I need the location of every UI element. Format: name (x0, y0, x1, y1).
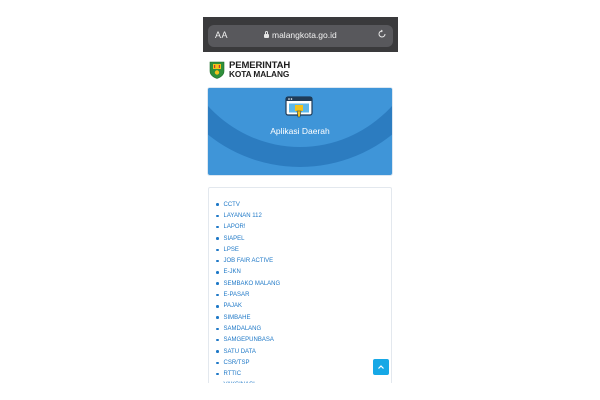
bullet-icon (216, 361, 219, 365)
app-link[interactable]: JOB FAIR ACTIVE (224, 258, 274, 264)
bullet-icon (216, 305, 219, 308)
app-link[interactable]: LAPOR! (224, 224, 246, 230)
app-link[interactable]: LAYANAN 112 (224, 213, 262, 219)
application-window-icon (285, 96, 313, 118)
bullet-icon (216, 282, 219, 285)
logo-line-2: KOTA MALANG (229, 69, 290, 79)
list-item: E-JKN (216, 267, 280, 278)
bullet-icon (216, 338, 219, 342)
bullet-icon (216, 203, 219, 206)
browser-toolbar: AA malangkota.go.id (203, 17, 398, 52)
bullet-icon (216, 372, 219, 376)
list-item: LAPOR! (216, 222, 280, 233)
phone-screen: AA malangkota.go.id PEMERINTAH KOTA MALA… (203, 17, 398, 383)
card-title: Aplikasi Daerah (270, 126, 330, 136)
list-item: SIMBAHE (216, 312, 280, 323)
list-item: PAJAK (216, 301, 280, 312)
aplikasi-daerah-card[interactable]: Aplikasi Daerah (208, 88, 392, 175)
reload-icon[interactable] (377, 29, 387, 39)
bullet-icon (216, 327, 219, 331)
list-item: SEMBAKO MALANG (216, 278, 280, 289)
bullet-icon (216, 271, 219, 274)
list-item: SAMDALANG (216, 323, 280, 334)
bullet-icon (216, 316, 219, 319)
app-link[interactable]: LPSE (224, 247, 239, 253)
app-link[interactable]: SAMDALANG (224, 326, 262, 332)
app-link[interactable]: PAJAK (224, 303, 243, 309)
text-size-button[interactable]: AA (215, 30, 228, 40)
lock-icon (264, 31, 269, 39)
list-item: LPSE (216, 244, 280, 255)
bullet-icon (216, 293, 219, 297)
site-logo-text[interactable]: PEMERINTAH KOTA MALANG (229, 61, 290, 79)
bullet-icon (216, 350, 219, 353)
app-link[interactable]: VAKSINASI (224, 382, 255, 383)
url-text: malangkota.go.id (272, 30, 337, 40)
list-item: E-PASAR (216, 289, 280, 300)
address-bar[interactable]: AA malangkota.go.id (208, 25, 393, 47)
bullet-icon (216, 225, 219, 229)
text-size-label: AA (215, 30, 229, 40)
app-link[interactable]: CCTV (224, 202, 240, 208)
app-link[interactable]: SIAPEL (224, 236, 245, 242)
app-link[interactable]: E-JKN (224, 269, 241, 275)
list-item: SATU DATA (216, 346, 280, 357)
links-panel: CCTV LAYANAN 112 LAPOR! SIAPEL LPSE JOB FAIR … (208, 187, 392, 383)
app-link[interactable]: SATU DATA (224, 349, 256, 355)
url-display[interactable]: malangkota.go.id (264, 30, 337, 40)
scroll-to-top-button[interactable] (373, 359, 389, 375)
app-link[interactable]: RTTIC (224, 371, 242, 377)
list-item: JOB FAIR ACTIVE (216, 255, 280, 266)
app-link[interactable]: SIMBAHE (224, 315, 251, 321)
list-item: VAKSINASI (216, 380, 280, 383)
list-item: SIAPEL (216, 233, 280, 244)
bullet-icon (216, 237, 219, 240)
site-header: PEMERINTAH KOTA MALANG (209, 59, 290, 81)
kota-malang-emblem-icon[interactable] (209, 61, 225, 79)
app-links-list: CCTV LAYANAN 112 LAPOR! SIAPEL LPSE JOB FAIR … (216, 199, 280, 383)
chevron-up-icon (378, 365, 384, 369)
list-item: RTTIC (216, 368, 280, 379)
app-link[interactable]: SAMGEPUNBASA (224, 337, 274, 343)
list-item: SAMGEPUNBASA (216, 335, 280, 346)
list-item: CSR/TSP (216, 357, 280, 368)
app-link[interactable]: CSR/TSP (224, 360, 250, 366)
list-item: LAYANAN 112 (216, 210, 280, 221)
bullet-icon (216, 214, 219, 218)
app-link[interactable]: SEMBAKO MALANG (224, 281, 281, 287)
app-link[interactable]: E-PASAR (224, 292, 250, 298)
list-item: CCTV (216, 199, 280, 210)
bullet-icon (216, 259, 219, 263)
bullet-icon (216, 248, 219, 252)
